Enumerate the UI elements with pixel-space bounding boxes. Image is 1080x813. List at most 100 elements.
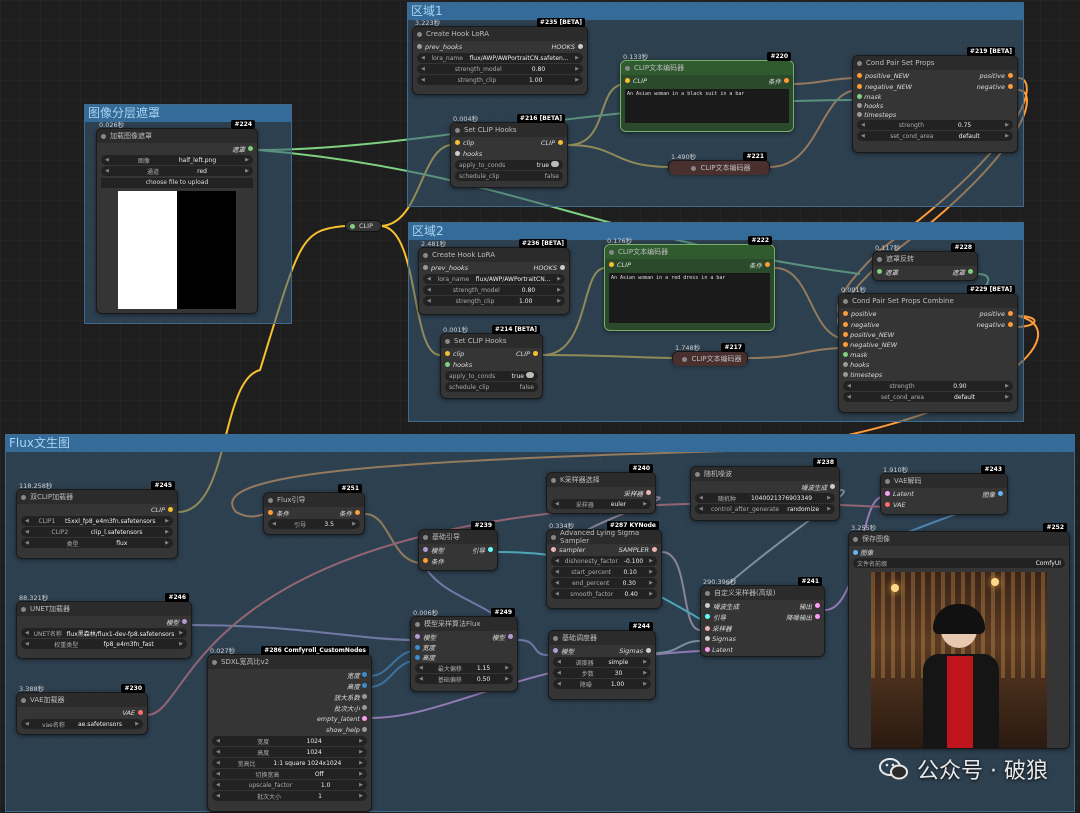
base-shift-widget[interactable]: ◀ 基础偏移 0.50 ▶ <box>415 674 513 684</box>
collapse-dot-icon[interactable] <box>21 494 26 500</box>
guidance-widget[interactable]: ◀ 引导 3.5 ▶ <box>268 519 360 529</box>
prompt-textarea[interactable]: An Asian woman in a red dress in a bar <box>609 273 770 323</box>
output-label: 条件 <box>339 509 352 518</box>
end-percent-widget[interactable]: ◀ end_percent 0.30 ▶ <box>551 578 657 588</box>
node-clip-text-encode-222[interactable]: 0.176秒 #222 CLIP文本编码器 CLIP 条件 An Asian wo… <box>604 236 775 331</box>
node-ksampler-select-240[interactable]: #240 K采样器选择 采样器 ◀ 采样器 euler ▶ <box>546 464 656 514</box>
collapse-dot-icon[interactable] <box>553 635 558 641</box>
lora-name-widget[interactable]: ◀ lora_name flux/AWP/AWPortraitCN... ▶ <box>423 274 565 284</box>
node-lying-sigma-sampler-287[interactable]: 0.334秒 #287 KYNode Advanced Lying Sigma … <box>546 521 662 609</box>
node-load-image-mask-224[interactable]: 0.026秒 #224 加载图像遮罩 遮罩 ◀ 图像 half_left.png ▶ … <box>96 120 258 314</box>
image-select[interactable]: ◀ 图像 half_left.png ▶ <box>101 155 253 165</box>
collapse-dot-icon[interactable] <box>625 65 630 71</box>
collapse-dot-icon[interactable] <box>551 534 556 540</box>
collapse-dot-icon[interactable] <box>609 249 614 255</box>
sampler-select[interactable]: ◀ 采样器 euler ▶ <box>551 499 651 509</box>
clip1-select[interactable]: ◀ CLIP1 t5xxl_fp8_e4m3fn.safetensors ▶ <box>21 516 173 526</box>
node-clip-text-encode-220[interactable]: 0.133秒 #220 CLIP文本编码器 CLIP 条件 An Asian wo… <box>620 52 794 132</box>
node-set-clip-hooks-216[interactable]: 0.004秒 #216 [BETA] Set CLIP Hooks clip CL… <box>450 114 568 188</box>
input-label: 模型 <box>423 633 436 642</box>
node-clip-text-encode-221[interactable]: 1.490秒 #221 CLIP文本编码器 <box>668 152 770 175</box>
node-save-image-252[interactable]: 3.255秒 #252 保存图像 图像 文件名前缀 ComfyUI <box>848 523 1070 749</box>
collapse-dot-icon[interactable] <box>705 590 710 596</box>
start-percent-widget[interactable]: ◀ start_percent 0.10 ▶ <box>551 567 657 577</box>
collapse-dot-icon[interactable] <box>21 606 26 612</box>
collapse-dot-icon[interactable] <box>691 165 697 171</box>
collapse-dot-icon[interactable] <box>21 697 26 703</box>
collapse-dot-icon[interactable] <box>268 497 273 503</box>
collapse-dot-icon[interactable] <box>885 478 890 484</box>
node-create-hook-lora-235[interactable]: 3.223秒 #235 [BETA] Create Hook LoRA prev… <box>412 18 588 95</box>
set-cond-area-widget[interactable]: ◀ set_cond_area default ▶ <box>843 392 1013 402</box>
height-widget[interactable]: ◀ 高度 1024 ▶ <box>212 747 367 757</box>
node-model-sampling-flux-249[interactable]: 0.006秒 #249 模型采样算法Flux 模型 模型 宽度 高度 ◀ 最大偏移 1… <box>410 608 518 692</box>
collapse-dot-icon[interactable] <box>417 31 422 37</box>
max-shift-widget[interactable]: ◀ 最大偏移 1.15 ▶ <box>415 663 513 673</box>
schedule-clip-toggle[interactable]: schedule_clip false <box>445 382 538 392</box>
strength-widget[interactable]: ◀ strength 0.75 ▶ <box>857 120 1013 130</box>
node-dual-clip-loader-245[interactable]: 118.258秒 #245 双CLIP加载器 CLIP ◀ CLIP1 t5xxl_… <box>16 481 178 559</box>
strength-model-widget[interactable]: ◀ strength_model 0.80 ▶ <box>423 285 565 295</box>
aspect-ratio-select[interactable]: ◀ 宽高比 1:1 square 1024x1024 ▶ <box>212 758 367 768</box>
collapse-dot-icon[interactable] <box>857 60 862 66</box>
type-select[interactable]: ◀ 类型 flux ▶ <box>21 538 173 548</box>
prompt-textarea[interactable]: An Asian woman in a black suit in a bar <box>625 89 789 123</box>
collapse-dot-icon[interactable] <box>455 127 460 133</box>
vae-name-select[interactable]: ◀ vae名称 ae.safetensors ▶ <box>21 719 143 729</box>
dishonesty-factor-widget[interactable]: ◀ dishonesty_factor -0.100 ▶ <box>551 556 657 566</box>
collapse-dot-icon[interactable] <box>551 477 556 483</box>
node-sdxl-aspect-ratio-286[interactable]: 0.027秒 #286 Comfyroll_CustomNodes SDXL宽高… <box>207 646 372 812</box>
collapse-dot-icon[interactable] <box>423 252 428 258</box>
strength-model-widget[interactable]: ◀ strength_model 0.80 ▶ <box>417 64 583 74</box>
collapse-dot-icon[interactable] <box>445 338 450 344</box>
upscale-factor-widget[interactable]: ◀ upscale_factor 1.0 ▶ <box>212 780 367 790</box>
steps-widget[interactable]: ◀ 步数 30 ▶ <box>553 668 651 678</box>
node-vae-decode-243[interactable]: 1.910秒 #243 VAE解码 Latent 图像 VAE <box>880 465 1008 515</box>
apply-to-conds-toggle[interactable]: apply_to_conds true <box>455 160 563 170</box>
node-invert-mask-228[interactable]: 0.117秒 #228 遮罩反转 遮罩 遮罩 <box>872 243 978 281</box>
clip2-select[interactable]: ◀ CLIP2 clip_l.safetensors ▶ <box>21 527 173 537</box>
apply-to-conds-toggle[interactable]: apply_to_conds true <box>445 371 538 381</box>
collapse-dot-icon[interactable] <box>101 133 106 139</box>
collapse-dot-icon[interactable] <box>423 534 428 540</box>
channel-select[interactable]: ◀ 通道 red ▶ <box>101 166 253 176</box>
node-random-noise-238[interactable]: #238 随机噪波 噪波生成 ◀ 随机种 1040021376903349 ▶ ◀ co… <box>690 458 840 521</box>
upload-button[interactable]: choose file to upload <box>101 178 253 188</box>
collapse-dot-icon[interactable] <box>695 471 700 477</box>
scheduler-select[interactable]: ◀ 调度器 simple ▶ <box>553 657 651 667</box>
reroute-clip[interactable]: CLIP <box>345 220 382 232</box>
node-custom-sampler-advanced-241[interactable]: 290.396秒 #241 自定义采样器(高级) 噪波生成 输出 引导 降噪输出 采… <box>700 577 825 657</box>
collapse-dot-icon[interactable] <box>843 298 848 304</box>
batch-size-widget[interactable]: ◀ 批次大小 1 ▶ <box>212 791 367 801</box>
swap-dimensions-select[interactable]: ◀ 切换宽高 Off ▶ <box>212 769 367 779</box>
schedule-clip-toggle[interactable]: schedule_clip false <box>455 171 563 181</box>
node-cond-pair-set-props-219[interactable]: #219 [BETA] Cond Pair Set Props positive… <box>852 47 1018 153</box>
node-basic-guider-239[interactable]: #239 基础引导 模型 引导 条件 <box>418 521 498 571</box>
node-create-hook-lora-236[interactable]: 2.481秒 #236 [BETA] Create Hook LoRA prev… <box>418 239 570 315</box>
collapse-dot-icon[interactable] <box>212 659 217 665</box>
strength-widget[interactable]: ◀ strength 0.90 ▶ <box>843 381 1013 391</box>
node-basic-scheduler-244[interactable]: #244 基础调度器 模型 Sigmas ◀ 调度器 simple ▶ ◀ 步数 30 ▶ ◀… <box>548 622 656 700</box>
node-cond-pair-set-props-combine-229[interactable]: 0.001秒 #229 [BETA] Cond Pair Set Props C… <box>838 285 1018 413</box>
width-widget[interactable]: ◀ 宽度 1024 ▶ <box>212 736 367 746</box>
strength-clip-widget[interactable]: ◀ strength_clip 1.00 ▶ <box>423 296 565 306</box>
node-vae-loader-230[interactable]: 3.388秒 #230 VAE加载器 VAE ◀ vae名称 ae.safetens… <box>16 684 148 735</box>
weight-dtype-select[interactable]: ◀ 权重类型 fp8_e4m3fn_fast ▶ <box>21 639 187 649</box>
strength-clip-widget[interactable]: ◀ strength_clip 1.00 ▶ <box>417 75 583 85</box>
control-after-generate-select[interactable]: ◀ control_after_generate randomize ▶ <box>695 504 835 514</box>
smooth-factor-widget[interactable]: ◀ smooth_factor 0.40 ▶ <box>551 589 657 599</box>
node-flux-guidance-251[interactable]: #251 Flux引导 条件 条件 ◀ 引导 3.5 ▶ <box>263 484 365 535</box>
collapse-dot-icon[interactable] <box>415 621 420 627</box>
node-clip-text-encode-217[interactable]: 1.748秒 #217 CLIP文本编码器 <box>672 343 748 366</box>
collapse-dot-icon[interactable] <box>853 536 858 542</box>
collapse-dot-icon[interactable] <box>682 356 688 362</box>
node-unet-loader-246[interactable]: 88.321秒 #246 UNET加载器 模型 ◀ UNET名称 flux黑森林/f… <box>16 593 192 659</box>
lora-name-widget[interactable]: ◀ lora_name flux/AWP/AWPortraitCN.safeten.… <box>417 53 583 63</box>
denoise-widget[interactable]: ◀ 降噪 1.00 ▶ <box>553 679 651 689</box>
unet-name-select[interactable]: ◀ UNET名称 flux黑森林/flux1-dev-fp8.safetensors… <box>21 628 187 638</box>
filename-prefix-input[interactable]: 文件名前缀 ComfyUI <box>853 558 1065 568</box>
set-cond-area-widget[interactable]: ◀ set_cond_area default ▶ <box>857 131 1013 141</box>
seed-widget[interactable]: ◀ 随机种 1040021376903349 ▶ <box>695 493 835 503</box>
collapse-dot-icon[interactable] <box>877 256 882 262</box>
node-set-clip-hooks-214[interactable]: 0.001秒 #214 [BETA] Set CLIP Hooks clip CL… <box>440 325 543 399</box>
